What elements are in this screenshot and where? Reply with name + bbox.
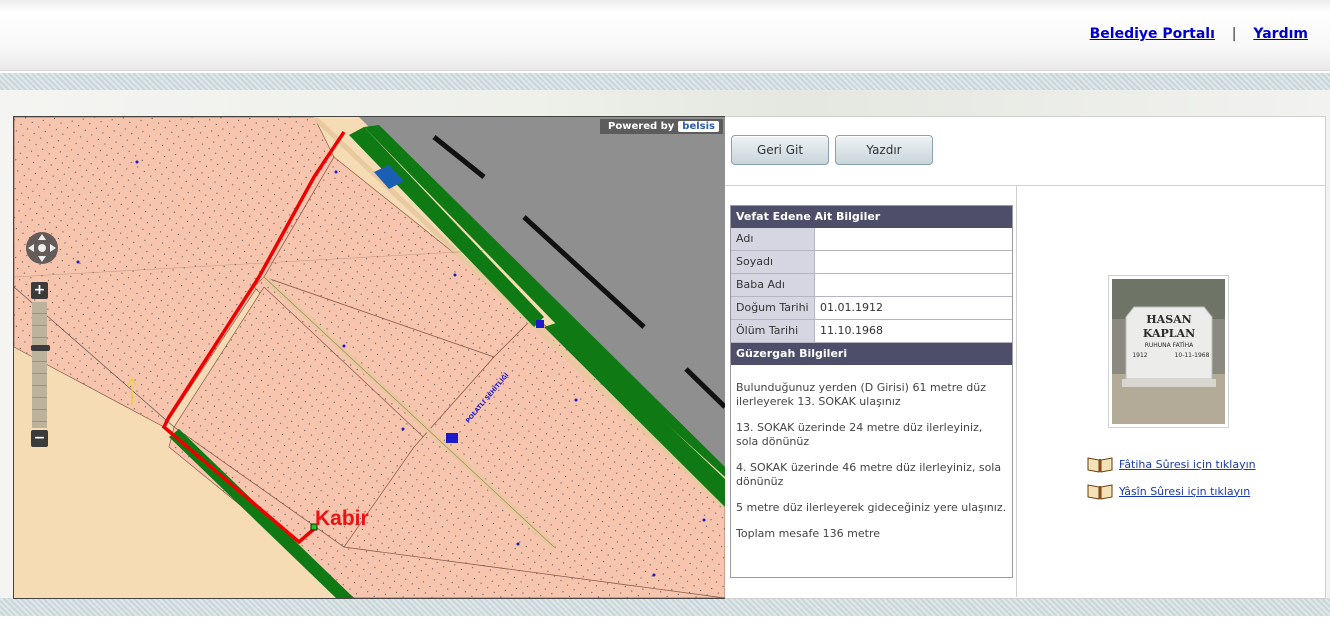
zoom-control: + −: [31, 282, 50, 447]
zoom-in-button[interactable]: +: [31, 282, 48, 299]
route-step: Bulunduğunuz yerden (D Girisi) 61 metre …: [736, 381, 987, 408]
top-stripe: [0, 73, 1330, 91]
pan-control-icon[interactable]: [24, 229, 60, 267]
route-info-heading: Güzergah Bilgileri: [731, 343, 1012, 365]
yasin-link[interactable]: Yâsîn Sûresi için tıklayın: [1087, 482, 1250, 500]
back-button[interactable]: Geri Git: [731, 135, 829, 165]
field-row-father-name: Baba Adı: [731, 274, 1012, 297]
zoom-slider-track[interactable]: [31, 302, 50, 428]
field-value: 11.10.1968: [820, 324, 883, 337]
top-header: Belediye Portalı | Yardım: [0, 0, 1330, 71]
field-label: Doğum Tarihi: [731, 297, 815, 319]
header-separator: |: [1231, 26, 1237, 42]
field-value: [815, 251, 1012, 273]
gravestone-line: HASAN: [1146, 313, 1191, 326]
gravestone-line: KAPLAN: [1143, 327, 1195, 340]
field-label: Baba Adı: [731, 274, 815, 296]
powered-by-badge: Powered by belsis: [600, 119, 723, 134]
column-divider: [1016, 186, 1017, 597]
bottom-stripe: [0, 598, 1330, 616]
toolbar: Geri Git Yazdır: [725, 117, 1325, 186]
field-row-surname: Soyadı: [731, 251, 1012, 274]
deceased-info-heading: Vefat Edene Ait Bilgiler: [731, 206, 1012, 228]
gravestone-photo: HASAN KAPLAN RUHUNA FATİHA 1912 10-11-19…: [1108, 275, 1229, 428]
powered-by-text: Powered by: [608, 121, 675, 132]
help-link[interactable]: Yardım: [1253, 26, 1308, 42]
header-links: Belediye Portalı | Yardım: [1090, 26, 1308, 42]
yasin-link-text[interactable]: Yâsîn Sûresi için tıklayın: [1119, 485, 1250, 498]
info-table: Vefat Edene Ait Bilgiler Adı Soyadı Baba…: [730, 205, 1013, 578]
field-value: [815, 274, 1012, 296]
field-label: Adı: [731, 228, 815, 250]
gravestone-line: RUHUNA FATİHA: [1145, 342, 1194, 349]
field-row-birth-date: Doğum Tarihi 01.01.1912: [731, 297, 1012, 320]
gravestone-line: 1912: [1132, 352, 1147, 359]
zoom-slider-handle[interactable]: [31, 345, 50, 351]
open-book-icon: [1087, 484, 1113, 500]
route-steps: Bulunduğunuz yerden (D Girisi) 61 metre …: [731, 365, 1012, 541]
fatiha-link[interactable]: Fâtiha Sûresi için tıklayın: [1087, 455, 1256, 473]
zoom-out-button[interactable]: −: [31, 430, 48, 447]
route-step: 5 metre düz ilerleyerek gideceğiniz yere…: [736, 501, 1007, 514]
municipality-portal-link[interactable]: Belediye Portalı: [1090, 26, 1215, 42]
open-book-icon: [1087, 457, 1113, 473]
grave-marker-label: Kabir: [315, 507, 369, 530]
route-total: Toplam mesafe 136 metre: [736, 527, 880, 540]
field-row-name: Adı: [731, 228, 1012, 251]
field-label: Ölüm Tarihi: [731, 320, 815, 342]
cemetery-map[interactable]: POLATLI ŞEHİTLİĞİ Powered by belsis Kabi…: [13, 116, 726, 599]
field-row-death-date: Ölüm Tarihi 11.10.1968: [731, 320, 1012, 343]
route-step: 4. SOKAK üzerinde 46 metre düz ilerleyin…: [736, 461, 1002, 488]
belsis-logo: belsis: [678, 121, 719, 132]
field-value: 01.01.1912: [820, 301, 883, 314]
print-button[interactable]: Yazdır: [835, 135, 933, 165]
route-step: 13. SOKAK üzerinde 24 metre düz ilerleyi…: [736, 421, 983, 448]
fatiha-link-text[interactable]: Fâtiha Sûresi için tıklayın: [1119, 458, 1256, 471]
field-label: Soyadı: [731, 251, 815, 273]
gravestone-line: 10-11-1968: [1175, 352, 1210, 359]
field-value: [815, 228, 1012, 250]
details-panel: Geri Git Yazdır Vefat Edene Ait Bilgiler…: [725, 116, 1326, 599]
